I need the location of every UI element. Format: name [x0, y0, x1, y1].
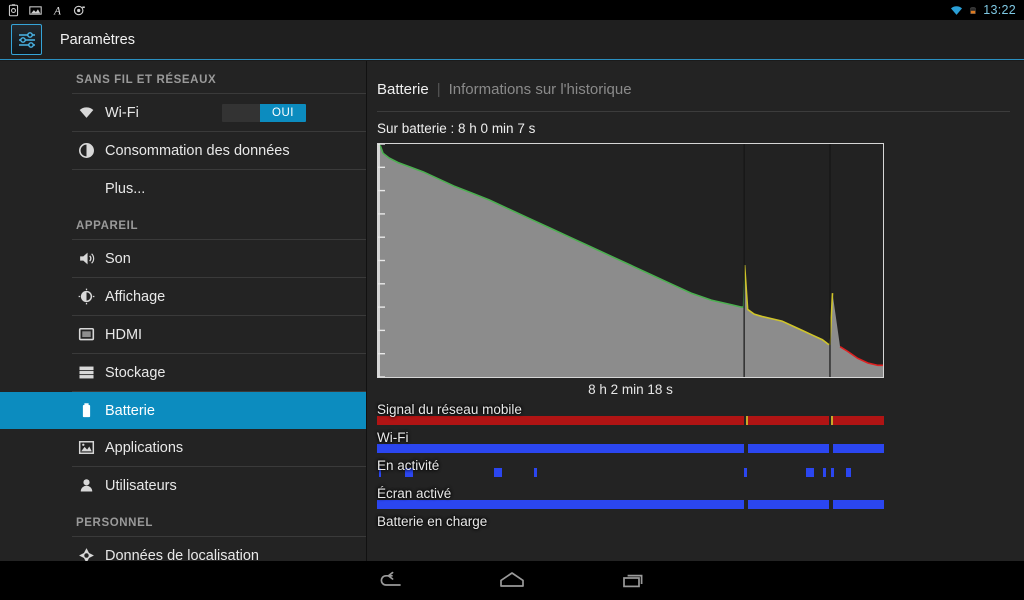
bar-segment: [833, 416, 884, 425]
sidebar-item-label: Batterie: [105, 402, 155, 419]
settings-sidebar[interactable]: SANS FIL ET RÉSEAUX Wi-Fi OUI Consommati…: [0, 61, 367, 561]
tab-separator: |: [436, 81, 441, 98]
sound-icon: [76, 249, 96, 269]
android-settings-screen: A 13:22 Paramètres SANS FIL ET RÉSEAUX W…: [0, 0, 1024, 600]
sidebar-item-applications[interactable]: Applications: [0, 429, 366, 466]
bar-segment: [748, 444, 830, 453]
activity-mark: [493, 468, 502, 477]
wifi-toggle[interactable]: OUI: [222, 103, 306, 122]
tab-battery[interactable]: Batterie: [377, 81, 429, 98]
sidebar-item-display[interactable]: Affichage: [0, 278, 366, 315]
bar-divider: [746, 416, 749, 425]
sidebar-item-label: Stockage: [105, 364, 166, 381]
action-bar: Paramètres: [0, 20, 1024, 60]
sidebar-group-header-personal: PERSONNEL: [76, 517, 153, 529]
battery-chart-svg: [378, 144, 883, 377]
sidebar-item-wifi[interactable]: Wi-Fi OUI: [0, 94, 366, 131]
sidebar-item-label: Wi-Fi: [105, 104, 139, 121]
activity-timeline: Signal du réseau mobile Wi-Fi En activit…: [377, 397, 884, 541]
bar-segment: [377, 444, 745, 453]
content-area: SANS FIL ET RÉSEAUX Wi-Fi OUI Consommati…: [0, 61, 1024, 561]
battery-icon: [76, 401, 96, 421]
toggle-on-label: OUI: [260, 103, 306, 122]
sidebar-item-label: HDMI: [105, 326, 143, 343]
bar-segment: [748, 416, 830, 425]
home-button[interactable]: [451, 561, 573, 600]
mobile-signal-row[interactable]: Signal du réseau mobile: [377, 401, 884, 429]
in-use-row[interactable]: En activité: [377, 457, 884, 485]
battery-history-chart[interactable]: [377, 143, 884, 378]
recents-button[interactable]: [573, 561, 695, 600]
row-label: Wi-Fi: [377, 430, 409, 445]
svg-text:A: A: [53, 5, 61, 16]
wifi-icon: [951, 5, 963, 15]
battery-charging-row[interactable]: Batterie en charge: [377, 513, 884, 541]
sidebar-item-users[interactable]: Utilisateurs: [0, 467, 366, 504]
sidebar-item-label: Affichage: [105, 288, 166, 305]
panel-tabs: Batterie | Informations sur l'historique: [367, 61, 1024, 98]
wifi-icon: [76, 103, 96, 123]
sidebar-item-hdmi[interactable]: HDMI: [0, 316, 366, 353]
bar-segment: [833, 500, 884, 509]
sidebar-item-label: Son: [105, 250, 131, 267]
battery-icon: [970, 6, 976, 14]
row-label: En activité: [377, 458, 440, 473]
sidebar-item-label: Consommation des données: [105, 142, 290, 159]
activity-mark: [534, 468, 537, 477]
sidebar-group-header-wireless: SANS FIL ET RÉSEAUX: [76, 74, 217, 86]
sidebar-item-label: Plus...: [105, 180, 146, 197]
sidebar-item-label: Données de localisation: [105, 547, 259, 562]
activity-mark: [805, 468, 814, 477]
system-navigation-bar: [0, 561, 1024, 600]
screen-on-row[interactable]: Écran activé: [377, 485, 884, 513]
status-clock: 13:22: [983, 3, 1016, 17]
storage-icon: [76, 363, 96, 383]
image-icon: [29, 5, 42, 15]
sidebar-item-label: Applications: [105, 439, 184, 456]
letter-a-icon: A: [53, 5, 61, 16]
sidebar-item-data-usage[interactable]: Consommation des données: [0, 132, 366, 169]
row-label: Signal du réseau mobile: [377, 402, 522, 417]
activity-mark: [744, 468, 747, 477]
display-brightness-icon: [76, 287, 96, 307]
data-usage-icon: [76, 141, 96, 161]
row-label: Batterie en charge: [377, 514, 488, 529]
page-title: Paramètres: [60, 31, 135, 48]
sidebar-item-more[interactable]: Plus...: [0, 170, 366, 207]
sidebar-item-battery[interactable]: Batterie: [0, 392, 366, 429]
activity-mark: [823, 468, 826, 477]
sidebar-item-label: Utilisateurs: [105, 477, 177, 494]
sidebar-item-storage[interactable]: Stockage: [0, 354, 366, 391]
sidebar-item-location[interactable]: Données de localisation: [0, 537, 366, 561]
chart-duration-caption: 8 h 2 min 18 s: [588, 382, 673, 397]
applications-icon: [76, 438, 96, 458]
tab-history-details[interactable]: Informations sur l'historique: [449, 81, 632, 98]
hdmi-monitor-icon: [76, 325, 96, 345]
sidebar-group-header-device: APPAREIL: [76, 220, 139, 232]
wifi-row[interactable]: Wi-Fi: [377, 429, 884, 457]
bar-segment: [748, 500, 830, 509]
bar-segment: [833, 444, 884, 453]
bar-divider: [831, 416, 834, 425]
row-track[interactable]: [377, 468, 884, 481]
row-track[interactable]: [377, 444, 884, 453]
settings-sliders-icon[interactable]: [11, 24, 42, 55]
battery-panel: Batterie | Informations sur l'historique…: [367, 61, 1024, 561]
row-label: Écran activé: [377, 486, 452, 501]
battery-status-text: Sur batterie : 8 h 0 min 7 s: [377, 121, 536, 136]
back-button[interactable]: [329, 561, 451, 600]
settings-box-icon: [8, 3, 19, 16]
status-bar: A 13:22: [0, 0, 1024, 20]
row-track[interactable]: [377, 500, 884, 509]
location-icon: [76, 546, 96, 561]
status-notification-icons: A: [0, 3, 86, 17]
sidebar-item-sound[interactable]: Son: [0, 240, 366, 277]
activity-mark: [831, 468, 834, 477]
users-icon: [76, 476, 96, 496]
toggle-off-track: [222, 103, 260, 122]
activity-mark: [846, 468, 851, 477]
camera-icon: [73, 5, 85, 15]
status-system-icons: 13:22: [950, 3, 1024, 17]
